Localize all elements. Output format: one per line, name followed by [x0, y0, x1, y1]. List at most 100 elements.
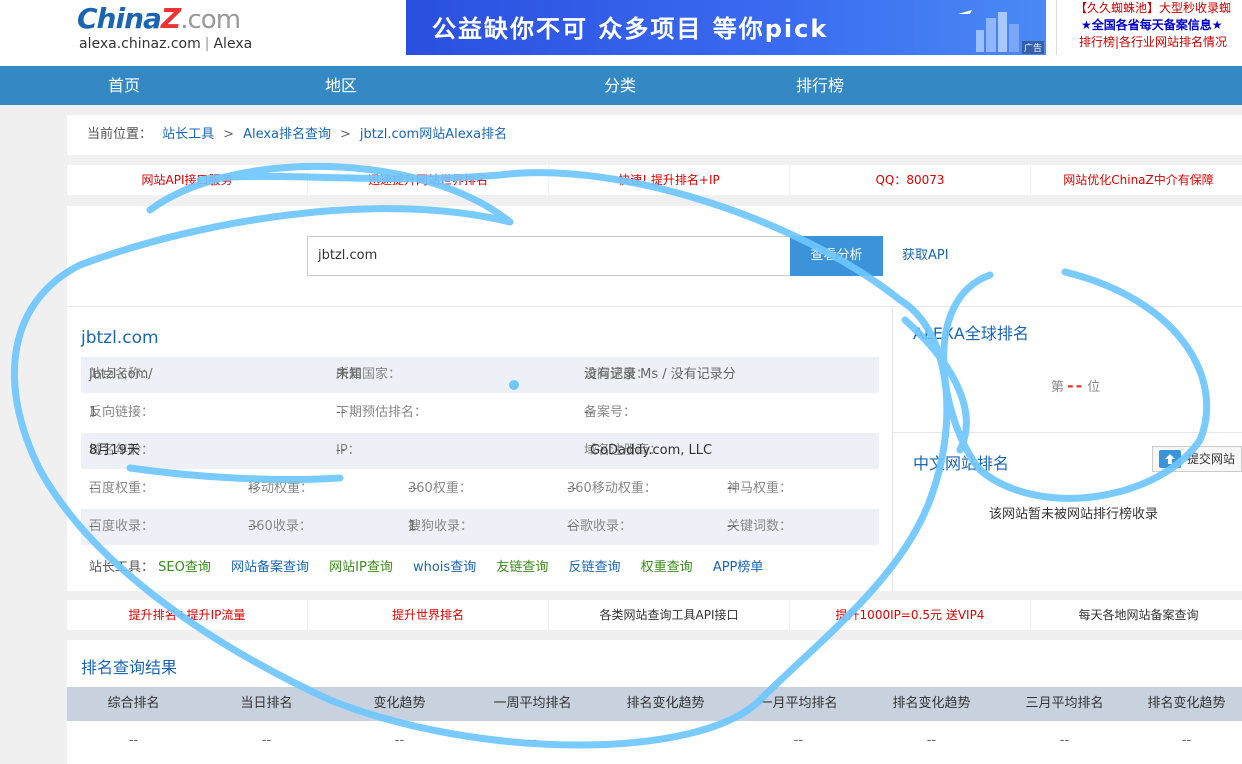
baidu-weight-label: 百度权重： — [89, 481, 155, 496]
ad-link[interactable]: QQ：80073 — [790, 165, 1030, 195]
table-cell: -- — [261, 733, 272, 748]
nav-home[interactable]: 首页 — [108, 66, 140, 105]
cn-rank-title: 中文网站排名 — [913, 454, 1010, 473]
divider — [67, 306, 1242, 307]
table-cell: -- — [1059, 733, 1070, 748]
backlink-value: 1 — [89, 405, 98, 420]
breadcrumb-link[interactable]: jbtzl.com网站Alexa排名 — [360, 127, 507, 142]
mobile-weight-label: 移动权重： — [248, 481, 314, 496]
info-row: 反向链接： 1 下期预估排名： -- 备案号： -- — [81, 395, 879, 431]
ad-label: 广告 — [1021, 41, 1044, 54]
shenma-weight-value: -- — [727, 481, 737, 496]
nav-ranking[interactable]: 排行榜 — [796, 66, 844, 105]
weight-360-mobile-label: 360移动权重： — [567, 481, 657, 496]
ad-link[interactable]: 快速! 提升排名+IP — [549, 165, 789, 195]
sogou-index-label: 搜狗收录： — [408, 519, 474, 534]
info-row: 站点名称： jbtzl.com/ 所属国家： 未知 访问速度： 没有记录 Ms / 没… — [81, 357, 879, 393]
divider — [893, 432, 1242, 433]
column-header: 一周平均排名 — [493, 696, 572, 711]
shenma-weight-label: 神马权重： — [727, 481, 793, 496]
tool-link-backlink[interactable]: 反链查询 — [569, 560, 621, 575]
weight-360-value: -- — [408, 481, 418, 496]
mobile-weight-value: -- — [248, 481, 258, 496]
rank-results: 排名查询结果 综合排名 当日排名 变化趋势 一周平均排名 排名变化趋势 一月平均… — [67, 640, 1242, 764]
tool-links: 站长工具： SEO查询 网站备案查询 网站IP查询 whois查询 友链查询 反… — [89, 556, 779, 575]
ad-link[interactable]: 提升世界排名 — [308, 600, 548, 630]
table-cell: -- — [1181, 733, 1192, 748]
index-360-label: 360收录： — [248, 519, 312, 534]
ad-strip-top: 网站API接口服务 迅速提升网站世界排名 快速! 提升排名+IP QQ：8007… — [67, 165, 1242, 195]
chinaz-logo[interactable]: ChinaZ.com alexa.chinaz.com | Alexa — [77, 2, 252, 52]
table-cell: -- — [793, 733, 804, 748]
news-link[interactable]: ★全国各省每天备案信息★ — [1081, 17, 1242, 34]
info-row: 域名年龄： 8月19天 IP： -- 域名注册商： GoDaddy.com, LLC — [81, 433, 879, 469]
column-header: 当日排名 — [240, 696, 293, 711]
registrar-value: GoDaddy.com, LLC — [590, 443, 713, 458]
ad-link[interactable]: 网站API接口服务 — [67, 165, 307, 195]
tool-link-weight[interactable]: 权重查询 — [641, 560, 693, 575]
column-header: 变化趋势 — [373, 696, 426, 711]
breadcrumb-link[interactable]: Alexa排名查询 — [243, 127, 331, 142]
google-index-label: 谷歌收录： — [567, 519, 633, 534]
table-header: 综合排名 当日排名 变化趋势 一周平均排名 排名变化趋势 一月平均排名 排名变化… — [67, 687, 1242, 721]
domain-age-value: 8月19天 — [89, 443, 140, 458]
analyze-button[interactable]: 查看分析 — [790, 236, 883, 276]
nav-region[interactable]: 地区 — [325, 66, 357, 105]
domain-search-input[interactable]: jbtzl.com — [307, 236, 790, 276]
baidu-weight-value: -- — [89, 481, 99, 496]
get-api-link[interactable]: 获取API — [902, 236, 949, 276]
ad-banner[interactable]: 公益缺你不可 众多项目 等你pick 广告 — [406, 0, 1046, 55]
column-header: 排名变化趋势 — [626, 696, 705, 711]
news-link[interactable]: 【久久蜘蛛池】大型秒收录蜘 — [1075, 0, 1242, 17]
country-value: 未知 — [336, 367, 363, 382]
breadcrumb-separator: > — [223, 127, 235, 142]
ad-link[interactable]: 迅速提升网站世界排名 — [308, 165, 548, 195]
nav-category[interactable]: 分类 — [604, 66, 636, 105]
baidu-index-label: 百度收录： — [89, 519, 155, 534]
tool-link-seo[interactable]: SEO查询 — [158, 560, 211, 575]
ad-strip-bottom: 提升排名+提升IP流量 提升世界排名 各类网站查询工具API接口 提升1000I… — [67, 600, 1242, 630]
sogou-index-value: 1 — [408, 519, 417, 534]
main-panel: jbtzl.com 查看分析 获取API jbtzl.com 站点名称： jbtz… — [67, 206, 1242, 591]
ad-link[interactable]: 网站优化ChinaZ中介有保障 — [1031, 165, 1242, 195]
main-nav: 首页 地区 分类 排行榜 — [0, 66, 1242, 105]
column-header: 三月平均排名 — [1025, 696, 1104, 711]
alexa-rank-value: 第 -- 位 — [1051, 376, 1101, 395]
city-illustration-icon — [958, 10, 1019, 52]
cn-rank-empty-message: 该网站暂未被网站排行榜收录 — [989, 507, 1159, 522]
ad-link[interactable]: 各类网站查询工具API接口 — [549, 600, 789, 630]
site-header: ChinaZ.com alexa.chinaz.com | Alexa 公益缺你不可… — [0, 0, 1242, 66]
tool-link-app[interactable]: APP榜单 — [713, 560, 764, 575]
breadcrumb-link[interactable]: 站长工具 — [162, 127, 214, 142]
site-title: jbtzl.com — [81, 328, 159, 348]
logo-text: ChinaZ.com — [77, 2, 241, 35]
ip-value: -- — [336, 443, 346, 458]
results-title: 排名查询结果 — [81, 658, 178, 677]
divider — [892, 306, 893, 591]
tool-link-whois[interactable]: whois查询 — [413, 560, 476, 575]
tool-link-ip[interactable]: 网站IP查询 — [329, 560, 393, 575]
ad-link[interactable]: 每天各地网站备案查询 — [1031, 600, 1242, 630]
breadcrumb-label: 当前位置： — [87, 127, 153, 142]
table-cell: -- — [394, 733, 405, 748]
info-row: 百度收录： -- 360收录： -- 搜狗收录： 1 谷歌收录： -- 关键词数： -- — [81, 509, 879, 545]
tool-link-friendlink[interactable]: 友链查询 — [496, 560, 548, 575]
column-header: 排名变化趋势 — [892, 696, 971, 711]
news-link[interactable]: 排行榜|各行业网站排名情况 — [1079, 34, 1242, 51]
speed-value: 没有记录 Ms / 没有记录分 — [584, 367, 736, 382]
breadcrumb: 当前位置： 站长工具 > Alexa排名查询 > jbtzl.com网站Alexa排名 — [67, 115, 1242, 155]
keyword-count-label: 关键词数： — [727, 519, 793, 534]
column-header: 排名变化趋势 — [1147, 696, 1226, 711]
table-cell: -- — [926, 733, 937, 748]
ad-link[interactable]: 提升1000IP=0.5元 送VIP4 — [790, 600, 1030, 630]
column-header: 综合排名 — [107, 696, 160, 711]
weight-360-mobile-value: -- — [567, 481, 577, 496]
google-index-value: -- — [567, 519, 577, 534]
column-header: 一月平均排名 — [759, 696, 838, 711]
submit-site-button[interactable]: 提交网站 — [1152, 446, 1242, 472]
tool-link-icp[interactable]: 网站备案查询 — [231, 560, 309, 575]
backlink-label: 反向链接： — [89, 405, 155, 420]
logo-subtitle: alexa.chinaz.com | Alexa — [79, 36, 253, 52]
table-cell: -- — [660, 733, 671, 748]
ad-link[interactable]: 提升排名+提升IP流量 — [67, 600, 307, 630]
